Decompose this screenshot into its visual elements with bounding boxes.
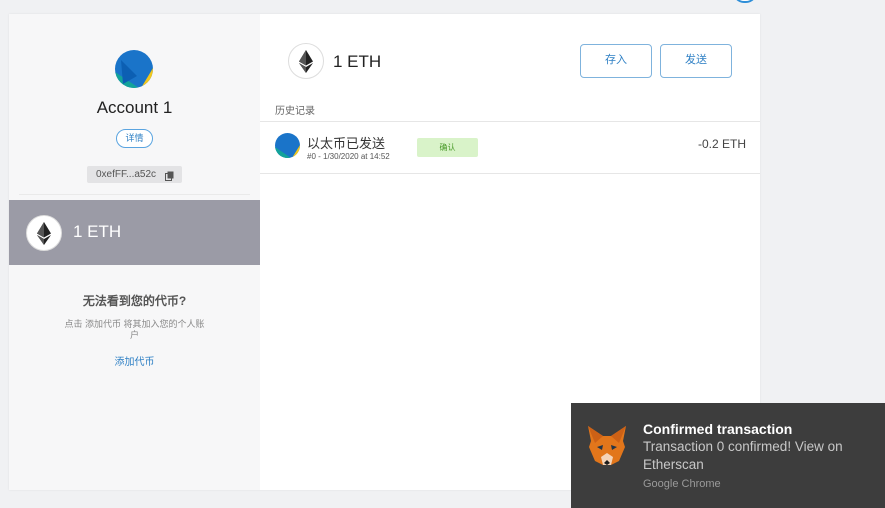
transaction-title: 以太币已发送 xyxy=(307,136,386,151)
transaction-amount: -0.2 ETH xyxy=(697,137,746,151)
sidebar-divider xyxy=(19,194,250,195)
metamask-fox-icon xyxy=(585,423,629,467)
sidebar-balance: 1 ETH xyxy=(73,222,122,241)
cant-see-tokens-description: 点击 添加代币 将其加入您的个人账户 xyxy=(64,319,205,340)
account-name: Account 1 xyxy=(96,98,173,117)
account-sidebar: Account 1 详情 0xefFF...a52c 1 ETH 无法看到您的代… xyxy=(9,14,260,490)
transaction-subtitle: #0 - 1/30/2020 at 14:52 xyxy=(307,152,390,161)
cant-see-tokens-title: 无法看到您的代币? xyxy=(82,294,187,308)
toast-body: Transaction 0 confirmed! View on Ethersc… xyxy=(643,439,843,472)
account-avatar-icon xyxy=(115,50,153,88)
account-details-button[interactable]: 详情 xyxy=(116,129,153,148)
transaction-status-badge: 确认 xyxy=(417,138,478,157)
copy-icon[interactable] xyxy=(165,170,174,181)
deposit-button[interactable]: 存入 xyxy=(580,44,652,78)
history-label: 历史记录 xyxy=(275,106,315,117)
add-token-link[interactable]: 添加代币 xyxy=(9,353,260,368)
transaction-avatar-icon xyxy=(275,133,300,158)
toast-title: Confirmed transaction xyxy=(643,421,793,437)
ethereum-icon xyxy=(26,215,62,251)
notification-toast[interactable]: Confirmed transaction Transaction 0 conf… xyxy=(571,403,885,508)
toast-app-name: Google Chrome xyxy=(643,478,721,490)
profile-icon[interactable] xyxy=(733,0,757,3)
address-text: 0xefFF...a52c xyxy=(96,169,157,180)
transaction-row[interactable]: 以太币已发送 #0 - 1/30/2020 at 14:52 确认 -0.2 E… xyxy=(260,122,760,174)
token-balance-row[interactable]: 1 ETH xyxy=(9,200,260,265)
main-balance: 1 ETH xyxy=(333,52,382,71)
ethereum-icon xyxy=(288,43,324,79)
account-address[interactable]: 0xefFF...a52c xyxy=(87,166,182,183)
send-button[interactable]: 发送 xyxy=(660,44,732,78)
